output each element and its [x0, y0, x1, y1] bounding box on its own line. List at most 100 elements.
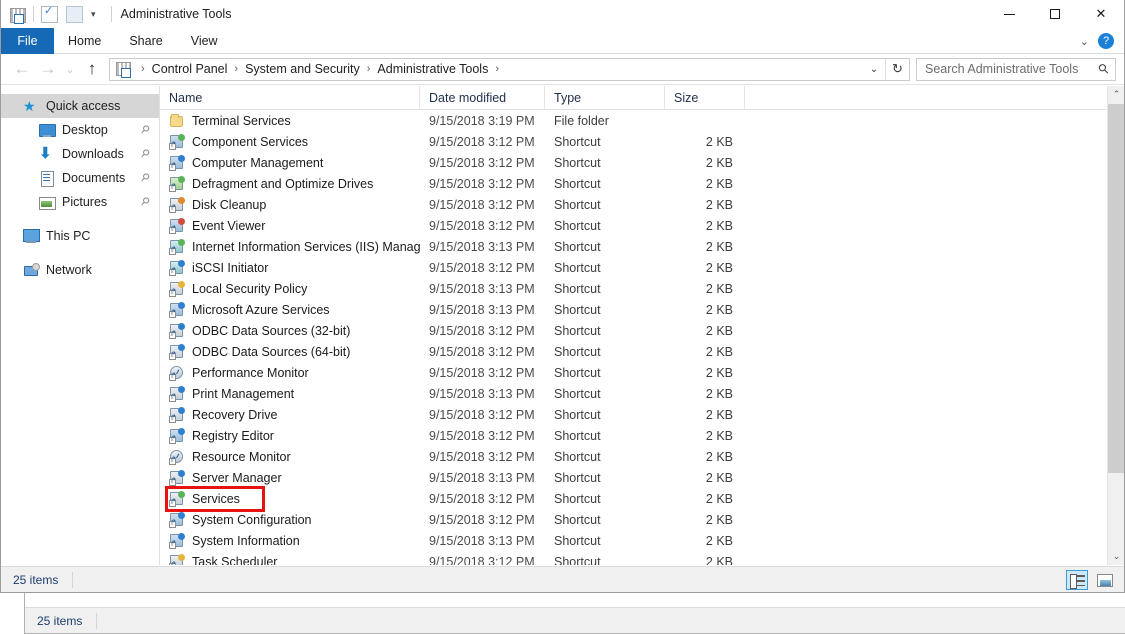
table-row[interactable]: Component Services 9/15/2018 3:12 PM Short… — [160, 131, 1107, 152]
file-name-cell[interactable]: Task Scheduler — [160, 553, 420, 565]
file-type-cell: Shortcut — [554, 512, 601, 527]
sidebar-item-documents[interactable]: Documents ⚲ — [1, 166, 159, 190]
pin-icon[interactable]: ⚲ — [138, 146, 153, 161]
file-name-label: ODBC Data Sources (32-bit) — [192, 323, 351, 338]
file-name-cell[interactable]: Computer Management — [160, 154, 420, 171]
file-name-cell[interactable]: Local Security Policy — [160, 280, 420, 297]
table-row[interactable]: Local Security Policy 9/15/2018 3:13 PM Sh… — [160, 278, 1107, 299]
file-name-cell[interactable]: Print Management — [160, 385, 420, 402]
scroll-up-button[interactable]: ⌃ — [1108, 86, 1124, 103]
table-row[interactable]: Performance Monitor 9/15/2018 3:12 PM Shor… — [160, 362, 1107, 383]
table-row[interactable]: System Information 9/15/2018 3:13 PM Short… — [160, 530, 1107, 551]
file-name-cell[interactable]: System Configuration — [160, 511, 420, 528]
breadcrumb-separator-2: › — [366, 63, 371, 75]
table-row[interactable]: Resource Monitor 9/15/2018 3:12 PM Shortcu… — [160, 446, 1107, 467]
file-name-cell[interactable]: Defragment and Optimize Drives — [160, 175, 420, 192]
table-row[interactable]: Recovery Drive 9/15/2018 3:12 PM Shortcut 2… — [160, 404, 1107, 425]
properties-icon[interactable] — [41, 4, 58, 23]
scroll-down-button[interactable]: ⌄ — [1108, 548, 1124, 565]
sidebar-item-network[interactable]: Network — [1, 258, 159, 282]
sidebar-item-this-pc[interactable]: This PC — [1, 224, 159, 248]
search-input[interactable]: Search Administrative Tools ⚲ — [916, 57, 1116, 81]
minimize-button[interactable] — [986, 0, 1032, 28]
file-name-cell[interactable]: System Information — [160, 532, 420, 549]
breadcrumb[interactable]: › Control Panel › System and Security › … — [109, 57, 910, 81]
table-row[interactable]: Server Manager 9/15/2018 3:13 PM Shortcut 2… — [160, 467, 1107, 488]
admin-tools-icon[interactable] — [9, 6, 26, 24]
table-row[interactable]: Services 9/15/2018 3:12 PM Shortcut 2 KB — [160, 488, 1107, 509]
file-name-cell[interactable]: Terminal Services — [160, 113, 420, 129]
pin-icon[interactable]: ⚲ — [138, 122, 153, 137]
file-name-cell[interactable]: Services — [160, 490, 420, 507]
file-name-cell[interactable]: ODBC Data Sources (64-bit) — [160, 343, 420, 360]
file-name-cell[interactable]: Disk Cleanup — [160, 196, 420, 213]
file-type-cell: Shortcut — [554, 323, 601, 338]
close-button[interactable]: ✕ — [1078, 0, 1124, 28]
breadcrumb-separator-3[interactable]: › — [491, 63, 503, 75]
file-name-cell[interactable]: Microsoft Azure Services — [160, 301, 420, 318]
table-row[interactable]: Registry Editor 9/15/2018 3:12 PM Shortcut… — [160, 425, 1107, 446]
pin-icon[interactable]: ⚲ — [138, 194, 153, 209]
file-date-cell: 9/15/2018 3:12 PM — [429, 197, 535, 212]
breadcrumb-item-control-panel[interactable]: Control Panel — [149, 62, 231, 76]
resource-monitor-icon — [169, 449, 185, 465]
file-name-cell[interactable]: Internet Information Services (IIS) Mana… — [160, 238, 420, 255]
breadcrumb-dropdown-icon[interactable]: ⌄ — [863, 59, 885, 80]
file-name-cell[interactable]: Performance Monitor — [160, 365, 420, 381]
table-row[interactable]: Microsoft Azure Services 9/15/2018 3:13 P… — [160, 299, 1107, 320]
column-header-size[interactable]: Size — [665, 86, 745, 110]
tab-share[interactable]: Share — [115, 28, 176, 54]
vertical-scrollbar[interactable]: ⌃ ⌄ — [1107, 86, 1124, 565]
up-button[interactable]: ↑ — [79, 56, 105, 82]
file-name-cell[interactable]: Registry Editor — [160, 427, 420, 444]
chevron-down-icon[interactable]: ⌄ — [1080, 35, 1089, 48]
table-row[interactable]: Disk Cleanup 9/15/2018 3:12 PM Shortcut 2 K… — [160, 194, 1107, 215]
file-date-cell: 9/15/2018 3:13 PM — [429, 470, 535, 485]
file-name-cell[interactable]: Component Services — [160, 133, 420, 150]
forward-button[interactable]: → — [35, 56, 61, 82]
sidebar-item-desktop[interactable]: Desktop ⚲ — [1, 118, 159, 142]
file-type-cell: Shortcut — [554, 449, 601, 464]
breadcrumb-item-system-and-security[interactable]: System and Security — [242, 62, 363, 76]
tab-home[interactable]: Home — [54, 28, 115, 54]
table-row[interactable]: System Configuration 9/15/2018 3:12 PM Sho… — [160, 509, 1107, 530]
column-header-date-modified[interactable]: Date modified — [420, 86, 545, 110]
table-row[interactable]: iSCSI Initiator 9/15/2018 3:12 PM Shortcut… — [160, 257, 1107, 278]
sidebar-item-label: Quick access — [46, 99, 121, 113]
refresh-icon[interactable]: ↻ — [885, 58, 909, 80]
customize-qat-caret-icon[interactable]: ▾ — [91, 9, 96, 19]
pin-icon[interactable]: ⚲ — [138, 170, 153, 185]
recent-locations-button[interactable]: ⌄ — [61, 56, 79, 82]
new-folder-icon[interactable] — [66, 5, 83, 23]
table-row[interactable]: Internet Information Services (IIS) Mana… — [160, 236, 1107, 257]
sidebar-item-downloads[interactable]: ⬇ Downloads ⚲ — [1, 142, 159, 166]
table-row[interactable]: Defragment and Optimize Drives 9/15/2018 … — [160, 173, 1107, 194]
maximize-button[interactable] — [1032, 0, 1078, 28]
sidebar-item-quick-access[interactable]: ★ Quick access — [1, 94, 159, 118]
table-row[interactable]: Task Scheduler 9/15/2018 3:12 PM Shortcut 2… — [160, 551, 1107, 565]
column-header-type[interactable]: Type — [545, 86, 665, 110]
file-name-cell[interactable]: Server Manager — [160, 469, 420, 486]
table-row[interactable]: Terminal Services 9/15/2018 3:19 PM File f… — [160, 110, 1107, 131]
file-name-cell[interactable]: Event Viewer — [160, 217, 420, 234]
table-row[interactable]: ODBC Data Sources (32-bit) 9/15/2018 3:12… — [160, 320, 1107, 341]
table-row[interactable]: Event Viewer 9/15/2018 3:12 PM Shortcut 2 K… — [160, 215, 1107, 236]
tab-view[interactable]: View — [177, 28, 232, 54]
file-name-cell[interactable]: Recovery Drive — [160, 406, 420, 423]
table-row[interactable]: Print Management 9/15/2018 3:13 PM Shortcu… — [160, 383, 1107, 404]
file-name-cell[interactable]: Resource Monitor — [160, 449, 420, 465]
large-icons-view-button[interactable] — [1094, 570, 1116, 590]
column-header-name[interactable]: Name — [160, 86, 420, 110]
breadcrumb-item-administrative-tools[interactable]: Administrative Tools — [374, 62, 491, 76]
sidebar-item-pictures[interactable]: Pictures ⚲ — [1, 190, 159, 214]
file-name-cell[interactable]: ODBC Data Sources (32-bit) — [160, 322, 420, 339]
back-button[interactable]: ← — [9, 56, 35, 82]
search-icon[interactable]: ⚲ — [1095, 60, 1113, 78]
scrollbar-thumb[interactable] — [1108, 104, 1124, 473]
table-row[interactable]: Computer Management 9/15/2018 3:12 PM Shor… — [160, 152, 1107, 173]
table-row[interactable]: ODBC Data Sources (64-bit) 9/15/2018 3:12… — [160, 341, 1107, 362]
tab-file[interactable]: File — [1, 28, 54, 54]
details-view-button[interactable] — [1066, 570, 1088, 590]
help-icon[interactable]: ? — [1098, 33, 1114, 49]
file-name-cell[interactable]: iSCSI Initiator — [160, 259, 420, 276]
